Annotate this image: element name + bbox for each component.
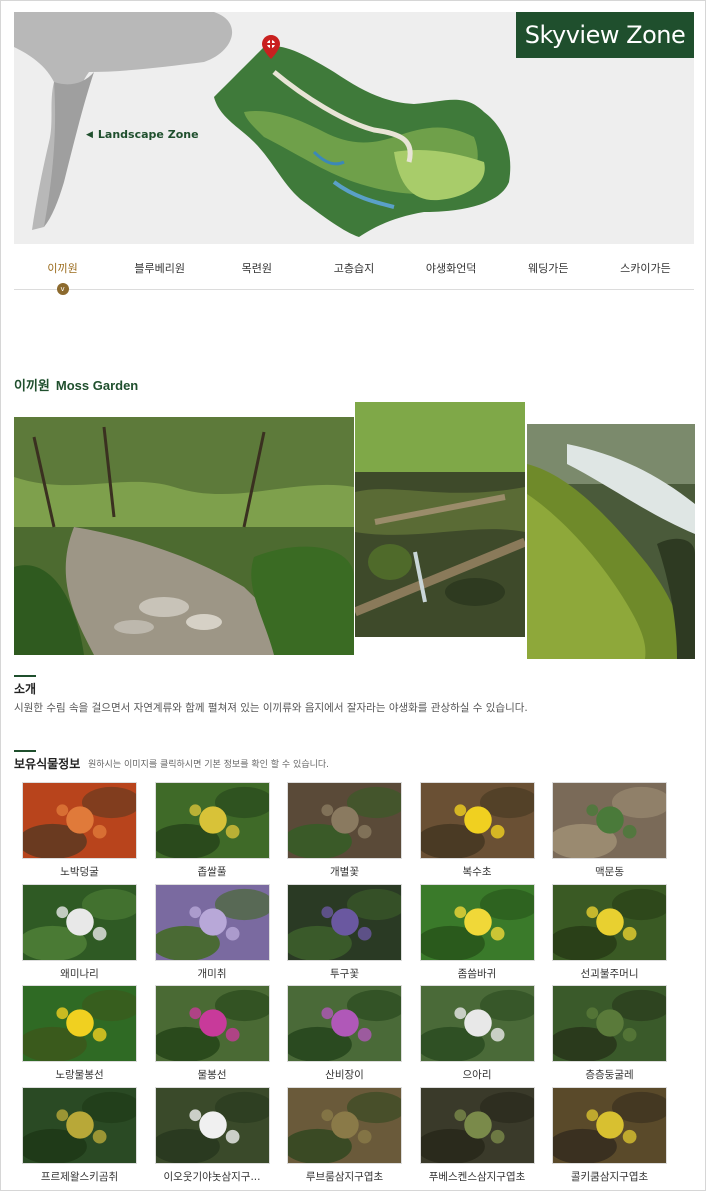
plant-name[interactable]: 좁쌀풀 bbox=[155, 864, 270, 879]
plant-card[interactable]: 물봉선 bbox=[154, 985, 270, 1082]
chevron-down-icon: v bbox=[56, 283, 69, 295]
moss-garden-photo-2 bbox=[355, 402, 525, 637]
plant-card[interactable]: 좁쌀풀 bbox=[154, 782, 270, 879]
landscape-zone-label: Landscape Zone bbox=[97, 128, 199, 141]
plant-name[interactable]: 루브룸삼지구엽초 bbox=[287, 1169, 402, 1184]
tab-label: 목련원 bbox=[241, 262, 273, 275]
plant-name[interactable]: 푸베스켄스삼지구엽초 bbox=[420, 1169, 535, 1184]
plant-card[interactable]: 복수초 bbox=[419, 782, 535, 879]
tab-label: 고층습지 bbox=[333, 262, 375, 275]
title-korean: 이끼원 bbox=[14, 379, 50, 394]
tab-highmoor[interactable]: 고층습지 bbox=[305, 248, 402, 289]
plant-thumbnail[interactable] bbox=[22, 1086, 137, 1164]
plant-card[interactable]: 콜키쿰삼지구엽초 bbox=[552, 1086, 667, 1184]
garden-tabs: 이끼원 v 블루베리원 목련원 고층습지 야생화언덕 웨딩가든 스카이가든 bbox=[14, 248, 694, 295]
plant-name[interactable]: 투구꽃 bbox=[287, 966, 402, 981]
tab-wildflower-hill[interactable]: 야생화언덕 bbox=[403, 248, 500, 289]
plant-name[interactable]: 으아리 bbox=[420, 1067, 535, 1082]
plant-thumbnail[interactable] bbox=[287, 782, 402, 859]
plant-card[interactable]: 맥문동 bbox=[552, 782, 667, 879]
title-english: Moss Garden bbox=[55, 378, 139, 393]
plant-thumbnail[interactable] bbox=[154, 782, 270, 859]
plant-name[interactable]: 이오웃기야놋삼지구... bbox=[155, 1169, 270, 1184]
tab-wedding-garden[interactable]: 웨딩가든 bbox=[500, 248, 597, 289]
plant-thumbnail[interactable] bbox=[419, 883, 535, 961]
plant-thumbnail[interactable] bbox=[154, 1086, 270, 1164]
moss-garden-photo-3 bbox=[527, 424, 695, 659]
tab-label: 웨딩가든 bbox=[528, 262, 569, 275]
tab-label: 스카이가든 bbox=[620, 262, 671, 275]
garden-map[interactable]: ◀ Landscape Zone Skyview Zone bbox=[14, 12, 694, 244]
plant-name[interactable]: 층층둥굴레 bbox=[552, 1067, 667, 1082]
zone-badge: Skyview Zone bbox=[516, 12, 694, 58]
plant-card[interactable]: 개미취 bbox=[154, 883, 270, 981]
tab-label: 이끼원 bbox=[47, 262, 78, 275]
plant-name[interactable]: 산비장이 bbox=[287, 1067, 402, 1082]
plant-thumbnail[interactable] bbox=[419, 985, 535, 1062]
plant-card[interactable]: 왜미나리 bbox=[22, 883, 137, 981]
plant-name[interactable]: 물봉선 bbox=[155, 1067, 270, 1082]
tab-label: 야생화언덕 bbox=[425, 262, 477, 275]
plant-thumbnail[interactable] bbox=[419, 1086, 535, 1164]
plants-note: 원하시는 이미지를 클릭하시면 기본 정보를 확인 할 수 있습니다. bbox=[88, 760, 330, 770]
plant-thumbnail[interactable] bbox=[287, 883, 402, 961]
map-pin-icon[interactable] bbox=[261, 34, 281, 60]
tab-label: 블루베리원 bbox=[134, 262, 186, 275]
plant-card[interactable]: 개별꽃 bbox=[287, 782, 402, 879]
plant-thumbnail[interactable] bbox=[22, 985, 137, 1062]
plants-heading: 보유식물정보 bbox=[14, 750, 81, 771]
intro-text: 시원한 수림 속을 걸으면서 자연계류와 함께 펼쳐져 있는 이끼류와 음지에서… bbox=[14, 702, 528, 714]
plant-thumbnail[interactable] bbox=[22, 782, 137, 859]
plant-card[interactable]: 노박덩굴 bbox=[22, 782, 137, 879]
plant-thumbnail[interactable] bbox=[552, 985, 667, 1062]
tab-blueberry[interactable]: 블루베리원 bbox=[111, 248, 208, 289]
plant-name[interactable]: 좀씀바귀 bbox=[420, 966, 535, 981]
plant-thumbnail[interactable] bbox=[552, 782, 667, 859]
plant-name[interactable]: 복수초 bbox=[420, 864, 535, 879]
plant-thumbnail[interactable] bbox=[552, 883, 667, 961]
plant-card[interactable]: 산비장이 bbox=[287, 985, 402, 1082]
plant-card[interactable]: 노랑물봉선 bbox=[22, 985, 137, 1082]
plant-name[interactable]: 맥문동 bbox=[552, 864, 667, 879]
plant-card[interactable]: 선괴불주머니 bbox=[552, 883, 667, 981]
tab-magnolia[interactable]: 목련원 bbox=[208, 248, 305, 289]
landscape-zone-link[interactable]: ◀ Landscape Zone bbox=[86, 128, 199, 141]
plant-thumbnail[interactable] bbox=[287, 985, 402, 1062]
plant-name[interactable]: 왜미나리 bbox=[22, 966, 137, 981]
plant-name[interactable]: 노박덩굴 bbox=[22, 864, 137, 879]
plant-card[interactable]: 으아리 bbox=[419, 985, 535, 1082]
plant-name[interactable]: 개별꽃 bbox=[287, 864, 402, 879]
left-triangle-icon: ◀ bbox=[86, 129, 93, 140]
plant-name[interactable]: 프르제왈스키곰취 bbox=[22, 1169, 137, 1184]
plant-name[interactable]: 노랑물봉선 bbox=[22, 1067, 137, 1082]
page-title: 이끼원 Moss Garden bbox=[14, 375, 138, 394]
plant-card[interactable]: 층층둥굴레 bbox=[552, 985, 667, 1082]
tab-sky-garden[interactable]: 스카이가든 bbox=[597, 248, 694, 289]
plant-card[interactable]: 좀씀바귀 bbox=[419, 883, 535, 981]
plant-thumbnail[interactable] bbox=[22, 883, 137, 961]
plant-thumbnail[interactable] bbox=[154, 883, 270, 961]
plant-thumbnail[interactable] bbox=[154, 985, 270, 1062]
intro-heading: 소개 bbox=[14, 675, 37, 696]
plant-card[interactable]: 이오웃기야놋삼지구... bbox=[154, 1086, 270, 1184]
tab-moss-garden[interactable]: 이끼원 v bbox=[14, 248, 111, 295]
plant-card[interactable]: 투구꽃 bbox=[287, 883, 402, 981]
plant-card[interactable]: 프르제왈스키곰취 bbox=[22, 1086, 137, 1184]
plant-name[interactable]: 콜키쿰삼지구엽초 bbox=[552, 1169, 667, 1184]
plant-thumbnail[interactable] bbox=[419, 782, 535, 859]
moss-garden-photo-1 bbox=[14, 417, 354, 655]
plant-name[interactable]: 개미취 bbox=[155, 966, 270, 981]
plant-name[interactable]: 선괴불주머니 bbox=[552, 966, 667, 981]
plant-card[interactable]: 루브룸삼지구엽초 bbox=[287, 1086, 402, 1184]
plant-card[interactable]: 푸베스켄스삼지구엽초 bbox=[419, 1086, 535, 1184]
plant-thumbnail[interactable] bbox=[552, 1086, 667, 1164]
plant-thumbnail[interactable] bbox=[287, 1086, 402, 1164]
